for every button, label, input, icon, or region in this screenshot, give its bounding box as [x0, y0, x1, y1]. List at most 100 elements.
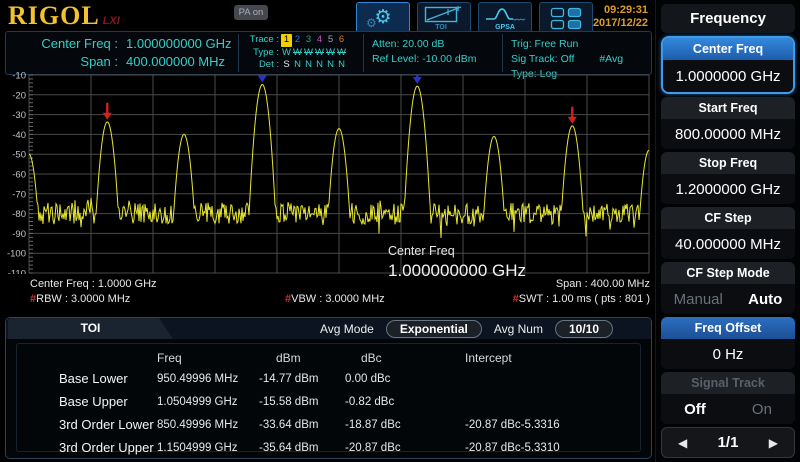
- trace-row-item: 3: [303, 34, 314, 47]
- signal-track-label: Signal Track: [661, 372, 795, 394]
- table-cell: Base Lower: [17, 371, 157, 386]
- display-layout-button[interactable]: [539, 2, 593, 33]
- type-row-item: W: [336, 47, 347, 60]
- cf-step-mode-manual-option[interactable]: Manual: [674, 291, 723, 308]
- y-axis-label: -10: [12, 72, 26, 82]
- table-cell: 850.49996 MHz: [157, 419, 259, 431]
- center-freq-label: Center Freq :: [20, 35, 118, 53]
- blue-marker-arrow-icon: [258, 72, 267, 82]
- trace-row-item: 5: [325, 34, 336, 47]
- table-cell: -35.64 dBm: [259, 442, 345, 454]
- y-axis-label: -40: [12, 130, 26, 141]
- det-row-label: Det :: [245, 59, 279, 72]
- det-row-item: S: [281, 59, 292, 72]
- svg-text:GPSA: GPSA: [495, 24, 515, 31]
- start-freq-button-label: Start Freq: [661, 97, 795, 119]
- tab-toi[interactable]: TOI: [8, 318, 173, 339]
- table-row: 3rd Order Upper1.1504999 GHz-35.64 dBm-2…: [17, 436, 640, 459]
- next-page-arrow-icon[interactable]: ▶: [769, 436, 778, 450]
- frequency-menu-sidebar: Frequency Center Freq 1.0000000 GHz Star…: [655, 0, 800, 462]
- cf-step-mode-label: CF Step Mode: [661, 262, 795, 284]
- vbw-annotation: #VBW : 3.0000 MHz: [285, 293, 385, 305]
- toi-table: Freq dBm dBc Intercept Base Lower950.499…: [16, 343, 641, 452]
- table-cell: 3rd Order Lower: [17, 417, 157, 432]
- settings-button[interactable]: ⚙ ⚙: [356, 2, 410, 33]
- spectrum-plot-area: -10-20-30-40-50-60-70-80-90-100-110 Cent…: [0, 72, 655, 312]
- col-header-dbm: dBm: [259, 351, 345, 365]
- ref-level-readout: Ref Level: -10.00 dBm: [372, 52, 500, 67]
- start-freq-button[interactable]: Start Freq 800.00000 MHz: [661, 97, 795, 149]
- blue-marker-arrow-icon: [413, 72, 422, 84]
- signal-track-off-option[interactable]: Off: [684, 401, 706, 418]
- overlay-label: Center Freq: [388, 244, 526, 258]
- avg-num-button[interactable]: 10/10: [555, 320, 613, 338]
- col-header-dbc: dBc: [345, 351, 463, 365]
- gpsa-mode-button[interactable]: GPSA: [478, 2, 532, 33]
- trace-det-row: Det :SNNNNN: [245, 59, 361, 72]
- page-indicator: 1/1: [718, 434, 739, 451]
- avg-mode-button[interactable]: Exponential: [386, 320, 482, 338]
- signal-track-button[interactable]: Signal Track Off On: [661, 372, 795, 424]
- stop-freq-button-label: Stop Freq: [661, 152, 795, 174]
- gpsa-icon: GPSA: [483, 5, 527, 31]
- y-axis-label: -80: [12, 209, 26, 220]
- span-label: Span :: [20, 53, 118, 71]
- table-cell: 1.1504999 GHz: [157, 442, 259, 454]
- table-row: Base Lower950.49996 MHz-14.77 dBm0.00 dB…: [17, 367, 640, 390]
- center-freq-value: 1.000000000 GHz: [126, 35, 232, 53]
- atten-ref-block: Atten: 20.00 dB Ref Level: -10.00 dBm: [364, 32, 502, 74]
- prev-page-arrow-icon[interactable]: ◀: [678, 436, 687, 450]
- table-cell: 0.00 dBc: [345, 373, 463, 385]
- det-row-item: N: [325, 59, 336, 72]
- center-freq-button[interactable]: Center Freq 1.0000000 GHz: [661, 36, 795, 94]
- lxi-badge: LXI: [103, 15, 120, 27]
- table-cell: 950.49996 MHz: [157, 373, 259, 385]
- center-freq-button-label: Center Freq: [663, 38, 793, 60]
- rigol-logo-text: RIGOL: [8, 1, 100, 30]
- freq-offset-button[interactable]: Freq Offset 0 Hz: [661, 317, 795, 369]
- freq-offset-button-label: Freq Offset: [661, 317, 795, 339]
- trace-row-item: 4: [314, 34, 325, 47]
- center-freq-annotation: Center Freq : 1.0000 GHz: [30, 278, 157, 290]
- table-cell: -20.87 dBc-5.3316: [463, 419, 640, 431]
- y-axis-label: -90: [12, 229, 26, 240]
- col-header-intercept: Intercept: [463, 351, 640, 365]
- cf-step-mode-auto-option[interactable]: Auto: [748, 291, 782, 308]
- y-axis-label: -110: [8, 269, 26, 275]
- time-text: 09:29:31: [593, 4, 648, 17]
- gear-small-icon: ⚙: [366, 17, 377, 29]
- toi-tab-bar: TOI Avg Mode Exponential Avg Num 10/10: [6, 318, 651, 339]
- type-row-item: W: [292, 47, 303, 60]
- menu-title: Frequency: [661, 4, 795, 33]
- trace-row-item: 6: [336, 34, 347, 47]
- y-axis-label: -60: [12, 170, 26, 181]
- table-cell: Base Upper: [17, 394, 157, 409]
- tiles-icon: [550, 6, 582, 30]
- pa-on-button[interactable]: PA on: [234, 5, 268, 20]
- freq-offset-button-value: 0 Hz: [661, 339, 795, 369]
- stop-freq-button-value: 1.2000000 GHz: [661, 174, 795, 204]
- table-cell: -33.64 dBm: [259, 419, 345, 431]
- type-row-item: W: [325, 47, 336, 60]
- table-row: 3rd Order Lower850.49996 MHz-33.64 dBm-1…: [17, 413, 640, 436]
- clock: 09:29:31 2017/12/22: [593, 4, 648, 30]
- toi-result-panel: TOI Avg Mode Exponential Avg Num 10/10 F…: [5, 317, 652, 459]
- table-row: Base Upper1.0504999 GHz-15.58 dBm-0.82 d…: [17, 390, 640, 413]
- svg-text:TOI: TOI: [435, 24, 447, 31]
- y-axis-label: -30: [12, 110, 26, 121]
- cf-step-mode-button[interactable]: CF Step Mode Manual Auto: [661, 262, 795, 314]
- table-cell: -18.87 dBc: [345, 419, 463, 431]
- plot-annotation-row2: #RBW : 3.0000 MHz #VBW : 3.0000 MHz #SWT…: [30, 293, 650, 305]
- type-row-item: W: [314, 47, 325, 60]
- stop-freq-button[interactable]: Stop Freq 1.2000000 GHz: [661, 152, 795, 204]
- cf-step-button[interactable]: CF Step 40.000000 MHz: [661, 207, 795, 259]
- table-cell: -20.87 dBc: [345, 442, 463, 454]
- signal-track-on-option[interactable]: On: [752, 401, 772, 418]
- y-axis-label: -100: [7, 249, 26, 260]
- spectrum-analyzer-screen: RIGOLLXI PA on ⚙ ⚙ TOI GPSA: [0, 0, 800, 462]
- table-cell: -15.58 dBm: [259, 396, 345, 408]
- table-cell: -20.87 dBc-5.3310: [463, 442, 640, 454]
- toi-measure-button[interactable]: TOI: [417, 2, 471, 33]
- det-row-item: N: [336, 59, 347, 72]
- col-header-freq: Freq: [157, 351, 259, 365]
